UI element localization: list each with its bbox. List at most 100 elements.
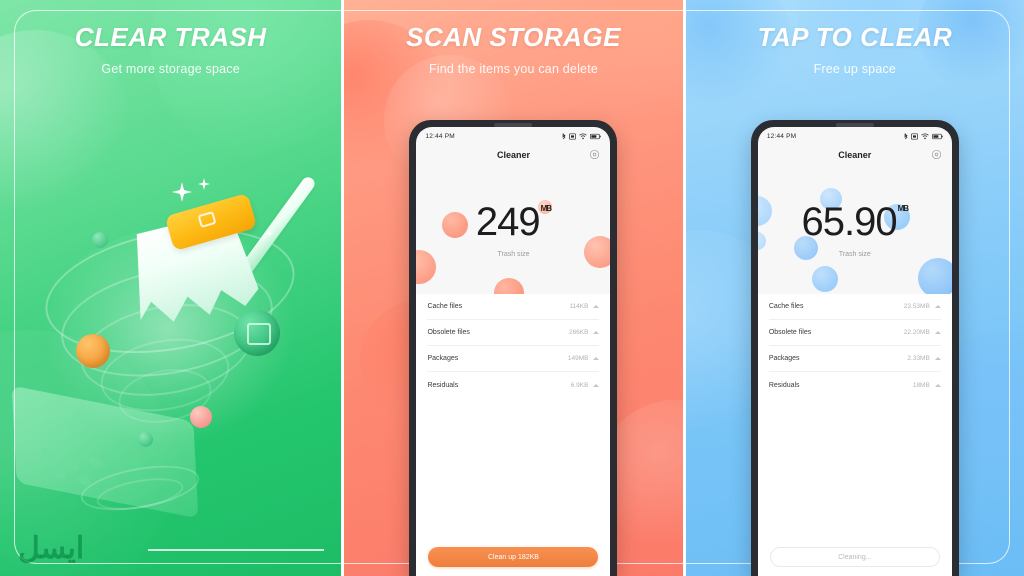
status-bar-icons (904, 133, 943, 140)
phone-screen: 12:44 PM Cleaner (757, 127, 952, 576)
row-label: Cache files (768, 303, 804, 310)
row-size: 2.33MB (907, 355, 930, 362)
screen-filler (757, 398, 952, 547)
sim-icon (910, 133, 918, 140)
row-size: 23.53MB (903, 303, 930, 310)
row-size: 22.20MB (903, 329, 930, 336)
chevron-up-icon[interactable] (593, 305, 600, 308)
sim-icon (569, 133, 577, 140)
app-title: Cleaner (838, 150, 872, 160)
battery-icon (590, 133, 602, 140)
phone-screen: 12:44 PM Cleaner (416, 127, 611, 576)
trash-category-list: Cache files 114KB Obsolete files 266KB P… (416, 294, 611, 398)
row-size: 114KB (569, 303, 589, 310)
cleaning-status-button[interactable]: Cleaning... (769, 547, 940, 567)
chevron-up-icon[interactable] (934, 383, 941, 387)
battery-icon (931, 133, 943, 140)
row-label: Obsolete files (768, 329, 812, 336)
page-subtitle: Free up space (813, 62, 897, 76)
floating-sphere-app (234, 310, 280, 356)
broom-illustration (0, 0, 341, 576)
status-bar-icons (562, 133, 602, 140)
watermark-text: ایسل (18, 532, 85, 565)
row-size: 18MB (912, 381, 930, 389)
status-bar-time: 12:44 PM (766, 133, 797, 140)
trash-size-unit: MB (897, 204, 909, 213)
trash-size-label: Trash size (497, 251, 530, 258)
row-right: 18MB (913, 382, 941, 389)
row-size: 266KB (568, 329, 589, 336)
page-title: SCAN STORAGE (405, 22, 621, 52)
row-size: 6.9KB (570, 381, 589, 389)
trash-size-unit: MB (540, 204, 552, 213)
chevron-up-icon[interactable] (593, 357, 600, 360)
cta-area: Clean up 182KB (416, 547, 611, 576)
panel-headings: TAP TO CLEAR Free up space (686, 0, 1024, 76)
trash-size-value-group: 65.90 MB (801, 200, 910, 244)
bluetooth-icon (904, 133, 908, 140)
chevron-up-icon[interactable] (593, 331, 600, 334)
row-label: Residuals (768, 381, 800, 389)
table-row[interactable]: Packages 149MB (427, 346, 600, 372)
trash-size-value-group: 249 MB (475, 200, 552, 244)
row-label: Packages (427, 355, 459, 362)
row-label: Cache files (427, 303, 463, 310)
row-right: 149MB (568, 355, 600, 362)
table-row[interactable]: Obsolete files 22.20MB (768, 320, 941, 346)
table-row[interactable]: Cache files 23.53MB (768, 294, 941, 320)
floating-sphere (92, 232, 108, 248)
row-right: 23.53MB (904, 303, 941, 310)
sparkle-icon (172, 182, 192, 202)
chevron-up-icon[interactable] (934, 331, 941, 334)
table-row[interactable]: Residuals 6.9KB (427, 372, 600, 398)
table-row[interactable]: Obsolete files 266KB (427, 320, 600, 346)
wifi-icon (921, 133, 929, 140)
status-bar: 12:44 PM (758, 127, 952, 142)
chevron-up-icon[interactable] (934, 357, 941, 360)
table-row[interactable]: Cache files 114KB (427, 294, 600, 320)
cta-area: Cleaning... (757, 547, 952, 576)
wifi-icon (579, 133, 588, 140)
row-label: Packages (768, 355, 800, 362)
phone-mockup: 12:44 PM Cleaner (750, 120, 959, 576)
chevron-up-icon[interactable] (934, 305, 941, 308)
panel-clear-trash: CLEAR TRASH Get more storage space ایسل (0, 0, 342, 576)
app-title: Cleaner (496, 150, 530, 160)
gear-icon[interactable] (589, 149, 600, 160)
floating-sphere (138, 432, 153, 447)
page-title: CLEAR TRASH (74, 22, 267, 52)
page-title: TAP TO CLEAR (757, 22, 953, 52)
phone-mockup: 12:44 PM Cleaner (409, 120, 618, 576)
table-row[interactable]: Residuals 18MB (769, 372, 941, 398)
row-right: 22.20MB (904, 329, 941, 336)
row-size: 149MB (567, 355, 589, 362)
trash-size-hero: 249 MB Trash size (416, 166, 611, 308)
trash-size-value: 249 (475, 200, 541, 244)
gear-icon[interactable] (931, 149, 942, 160)
row-label: Residuals (427, 381, 459, 389)
status-bar-time: 12:44 PM (425, 133, 455, 140)
row-right: 266KB (569, 329, 600, 336)
screen-filler (416, 398, 611, 547)
watermark-rule (148, 549, 324, 551)
page-subtitle: Get more storage space (101, 62, 240, 76)
chevron-up-icon[interactable] (593, 383, 600, 387)
page-subtitle: Find the items you can delete (428, 62, 599, 76)
panel-tap-to-clear: TAP TO CLEAR Free up space 12:44 PM Clea… (682, 0, 1024, 576)
trash-size-value: 65.90 (801, 200, 898, 244)
table-row[interactable]: Packages 2.33MB (768, 346, 941, 372)
app-bar: Cleaner (758, 142, 952, 166)
trash-size-hero: 65.90 MB Trash size (757, 166, 952, 298)
floating-sphere (190, 406, 212, 428)
row-right: 114KB (569, 303, 600, 310)
trash-size-label: Trash size (838, 251, 871, 258)
status-bar: 12:44 PM (416, 127, 610, 142)
row-right: 2.33MB (907, 355, 941, 362)
clean-up-button[interactable]: Clean up 182KB (428, 547, 599, 567)
panel-headings: CLEAR TRASH Get more storage space (0, 0, 341, 76)
row-label: Obsolete files (427, 329, 470, 336)
floating-sphere-coin (76, 334, 110, 368)
trash-category-list: Cache files 23.53MB Obsolete files 22.20… (757, 294, 952, 398)
sparkle-icon (198, 178, 210, 190)
app-bar: Cleaner (416, 142, 610, 166)
